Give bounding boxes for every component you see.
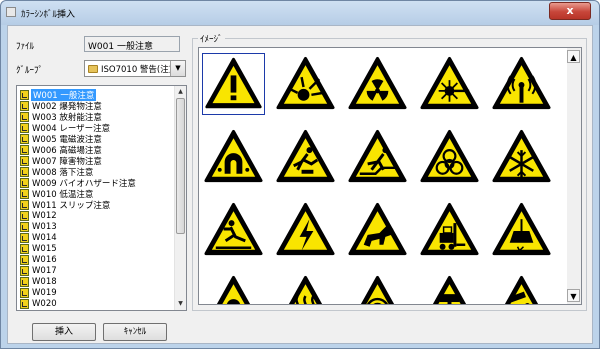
folder-icon	[88, 65, 98, 73]
hot-surface-warning-icon[interactable]	[274, 272, 337, 304]
list-item-label: W019	[32, 287, 57, 298]
list-item[interactable]: W018	[20, 276, 58, 287]
list-item-label: W017	[32, 265, 57, 276]
list-item[interactable]: W014	[20, 232, 58, 243]
list-item-label: W012	[32, 210, 57, 221]
close-button[interactable]: x	[549, 2, 591, 20]
toxic-material-warning-icon[interactable]	[202, 272, 265, 304]
list-item[interactable]: W003 放射能注意	[20, 111, 103, 123]
list-item-label: W020	[32, 298, 57, 309]
guard-dog-warning-icon[interactable]	[346, 199, 409, 261]
scroll-down-icon[interactable]: ▼	[567, 289, 580, 302]
explosive-warning-icon[interactable]	[274, 53, 337, 115]
symbol-file-icon	[20, 210, 29, 221]
list-item-label: W011 スリップ注意	[32, 200, 111, 211]
automatic-start-warning-icon[interactable]	[346, 272, 409, 304]
list-scrollbar[interactable]: ▲ ▼	[174, 86, 186, 310]
list-item[interactable]: W010 低温注意	[20, 188, 94, 200]
symbol-file-icon	[20, 232, 29, 243]
list-item[interactable]: W019	[20, 287, 58, 298]
symbol-file-icon	[20, 287, 29, 298]
file-label: ﾌｧｲﾙ	[16, 42, 35, 52]
symbol-file-icon	[20, 122, 29, 133]
symbol-file-icon	[20, 166, 29, 177]
drop-fall-warning-icon[interactable]	[346, 126, 409, 188]
list-item-label: W013	[32, 221, 57, 232]
list-item[interactable]: W016	[20, 254, 58, 265]
list-item[interactable]: W008 落下注意	[20, 166, 94, 178]
cancel-button[interactable]: ｷｬﾝｾﾙ	[103, 323, 167, 341]
list-item[interactable]: W015	[20, 243, 58, 254]
slippery-surface-warning-icon[interactable]	[202, 199, 265, 261]
low-temperature-warning-icon[interactable]	[490, 126, 553, 188]
overhead-load-warning-icon[interactable]	[490, 199, 553, 261]
symbol-file-icon	[20, 144, 29, 155]
list-item[interactable]: W012	[20, 210, 58, 221]
exclamation-warning-icon[interactable]	[202, 53, 265, 115]
symbol-file-icon	[20, 100, 29, 111]
insert-button[interactable]: 挿入	[32, 323, 96, 341]
app-icon	[6, 7, 16, 17]
electricity-warning-icon[interactable]	[274, 199, 337, 261]
list-item[interactable]: W011 スリップ注意	[20, 199, 111, 211]
list-item-label: W015	[32, 243, 57, 254]
scroll-up-icon[interactable]: ▲	[567, 50, 580, 63]
list-item-label: W014	[32, 232, 57, 243]
symbol-file-icon	[20, 188, 29, 199]
overhead-obstacle-warning-icon[interactable]	[490, 272, 553, 304]
window-title: ｶﾗｰｼﾝﾎﾞﾙ挿入	[21, 10, 76, 20]
group-dropdown-value: ISO7010 警告(注意)	[101, 65, 181, 75]
symbol-file-icon	[20, 111, 29, 122]
list-item[interactable]: W009 バイオハザード注意	[20, 177, 137, 189]
symbol-file-icon	[20, 89, 29, 100]
image-group-label: ｲﾒｰｼﾞ	[198, 32, 225, 45]
symbol-file-icon	[20, 298, 29, 309]
trip-obstacle-warning-icon[interactable]	[274, 126, 337, 188]
list-item[interactable]: W017	[20, 265, 58, 276]
list-item[interactable]: W001 一般注意	[20, 88, 97, 101]
list-item[interactable]: W002 爆発物注意	[20, 100, 103, 112]
list-item[interactable]: W013	[20, 221, 58, 232]
scroll-up-icon[interactable]: ▲	[175, 86, 186, 98]
group-label: ｸﾞﾙｰﾌﾟ	[16, 66, 44, 76]
symbol-file-icon	[20, 221, 29, 232]
symbol-file-icon	[20, 265, 29, 276]
radiation-warning-icon[interactable]	[346, 53, 409, 115]
symbol-file-icon	[20, 243, 29, 254]
forklift-warning-icon[interactable]	[418, 199, 481, 261]
magnetic-field-warning-icon[interactable]	[202, 126, 265, 188]
symbol-file-icon	[20, 133, 29, 144]
list-item[interactable]: W004 レーザー注意	[20, 122, 111, 134]
electromagnetic-warning-icon[interactable]	[490, 53, 553, 115]
laser-warning-icon[interactable]	[418, 53, 481, 115]
file-field: W001 一般注意	[84, 36, 180, 52]
list-item[interactable]: W005 電磁波注意	[20, 133, 103, 145]
scroll-down-icon[interactable]: ▼	[175, 298, 186, 310]
symbol-gallery[interactable]: ▲ ▼	[198, 47, 582, 305]
list-item[interactable]: W006 高磁場注意	[20, 144, 103, 156]
list-item[interactable]: W007 障害物注意	[20, 155, 103, 167]
symbol-list[interactable]: ▲ ▼ W001 一般注意 W002 爆発物注意 W003 放射能注意 W004 レー…	[16, 85, 187, 311]
symbol-file-icon	[20, 254, 29, 265]
symbol-file-icon	[20, 177, 29, 188]
symbol-file-icon	[20, 199, 29, 210]
scroll-thumb[interactable]	[176, 98, 185, 234]
list-item-label: W016	[32, 254, 57, 265]
gallery-scrollbar[interactable]: ▲ ▼	[567, 48, 581, 304]
biohazard-warning-icon[interactable]	[418, 126, 481, 188]
dialog-body: ﾌｧｲﾙ W001 一般注意 ｸﾞﾙｰﾌﾟ ISO7010 警告(注意) ▼ ▲…	[7, 25, 593, 344]
title-bar: ｶﾗｰｼﾝﾎﾞﾙ挿入 x	[1, 1, 599, 25]
list-item[interactable]: W020	[20, 298, 58, 309]
dialog-window: ｶﾗｰｼﾝﾎﾞﾙ挿入 x ﾌｧｲﾙ W001 一般注意 ｸﾞﾙｰﾌﾟ ISO70…	[0, 0, 600, 349]
group-dropdown[interactable]: ISO7010 警告(注意) ▼	[84, 60, 186, 77]
list-item-label: W018	[32, 276, 57, 287]
chevron-down-icon[interactable]: ▼	[170, 61, 185, 76]
symbol-file-icon	[20, 276, 29, 287]
symbol-file-icon	[20, 155, 29, 166]
crushing-warning-icon[interactable]	[418, 272, 481, 304]
